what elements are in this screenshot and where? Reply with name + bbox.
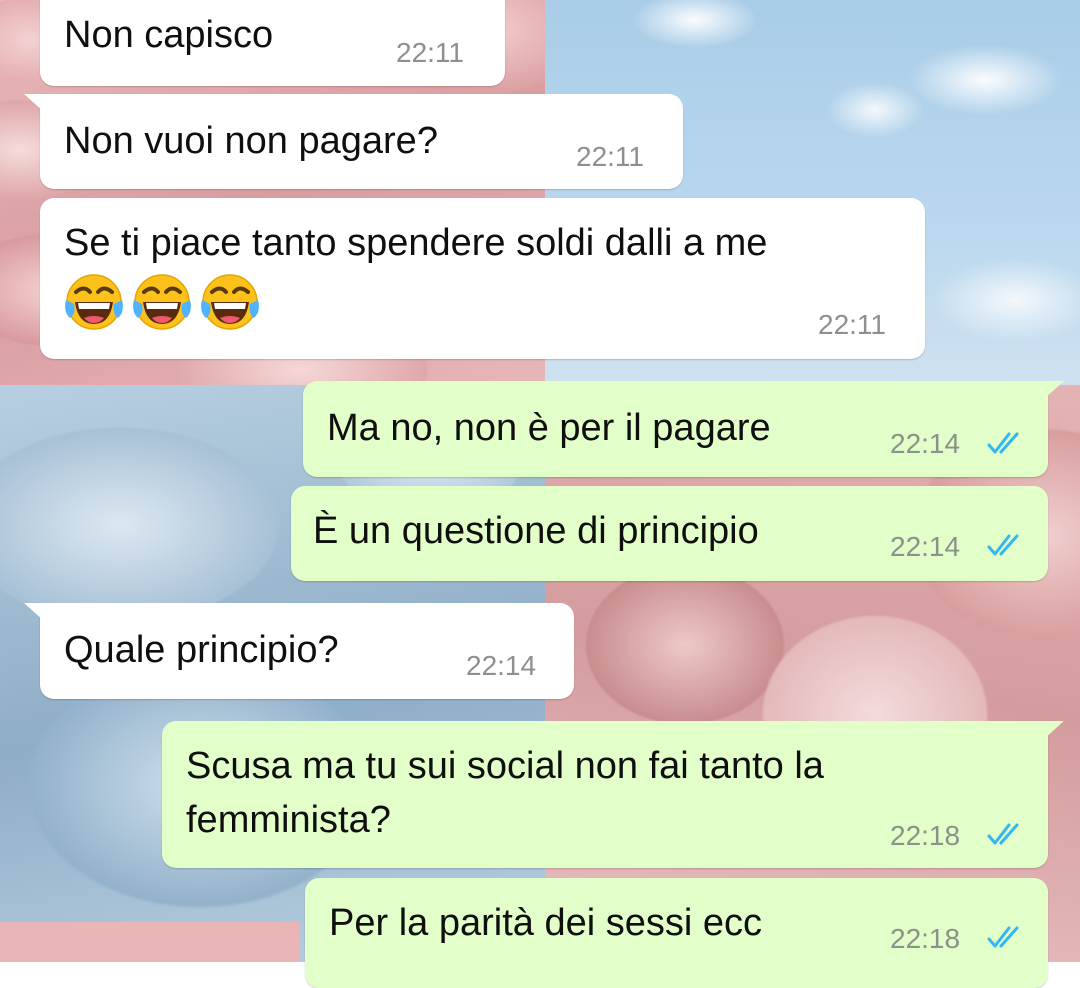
message-text-line: Scusa ma tu sui social non fai tanto la [186,745,824,787]
outgoing-message[interactable]: Per la parità dei sessi ecc 22:18 [305,878,1048,988]
double-check-icon [987,823,1019,845]
message-text: Ma no, non è per il pagare [327,407,771,449]
incoming-message[interactable]: Quale principio? 22:14 [24,603,574,699]
face-with-tears-of-joy-icon [65,274,123,330]
message-time: 22:11 [396,37,464,68]
outgoing-message[interactable]: Ma no, non è per il pagare 22:14 [303,381,1064,477]
bubble-tail [24,94,44,112]
outgoing-message[interactable]: Scusa ma tu sui social non fai tanto la … [162,721,1064,868]
message-text: Quale principio? [64,629,339,671]
message-time: 22:11 [818,309,886,340]
bubble-tail [24,603,44,621]
message-time: 22:14 [890,531,961,562]
message-text: Non vuoi non pagare? [64,120,438,162]
bubble-tail [1044,381,1064,399]
bubble-tail [1044,721,1064,739]
outgoing-message[interactable]: È un questione di principio 22:14 [291,486,1048,581]
incoming-message[interactable]: Se ti piace tanto spendere soldi dalli a… [40,198,925,359]
message-time: 22:11 [576,141,644,172]
double-check-icon [987,534,1019,556]
message-list[interactable]: Non capisco 22:11 Non vuoi non pagare? 2… [0,0,1080,988]
message-text: È un questione di principio [313,510,759,552]
double-check-icon [987,432,1019,454]
message-time: 22:18 [890,923,961,954]
message-text: Per la parità dei sessi ecc [329,902,762,944]
face-with-tears-of-joy-icon [133,274,191,330]
message-time: 22:14 [890,428,961,459]
message-text: Se ti piace tanto spendere soldi dalli a… [64,222,768,264]
message-time: 22:18 [890,820,961,851]
incoming-message[interactable]: Non vuoi non pagare? 22:11 [24,94,683,189]
incoming-message[interactable]: Non capisco 22:11 [40,0,505,86]
double-check-icon [987,926,1019,948]
emoji-row [62,270,262,334]
message-time: 22:14 [466,650,537,681]
message-text: Non capisco [64,14,274,56]
message-text-line: femminista? [186,799,391,841]
face-with-tears-of-joy-icon [201,274,259,330]
